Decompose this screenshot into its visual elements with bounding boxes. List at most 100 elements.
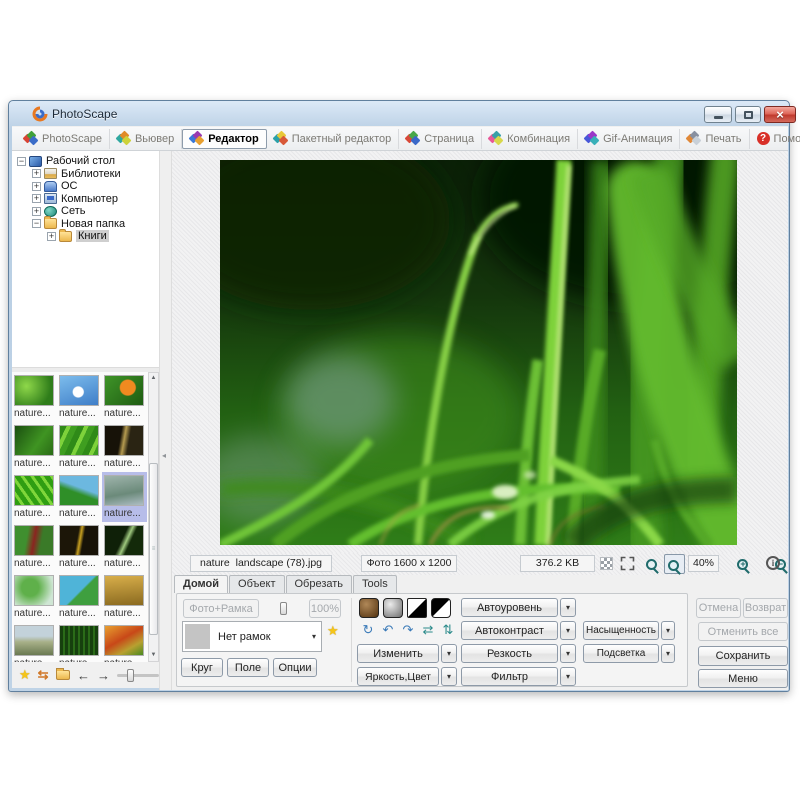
thumbnail-image[interactable]: [104, 525, 144, 556]
auto-contrast-dropdown-icon[interactable]: ▾: [560, 621, 576, 640]
saturation-dropdown-icon[interactable]: ▾: [661, 621, 675, 640]
thumbnail-item[interactable]: nature...: [102, 622, 147, 662]
tree-expander-icon[interactable]: −: [17, 157, 26, 166]
thumbnail-item[interactable]: nature...: [12, 472, 57, 522]
thumbnail-item[interactable]: nature...: [12, 572, 57, 622]
actual-size-icon[interactable]: [646, 559, 657, 570]
options-button[interactable]: Опции: [273, 658, 317, 677]
main-tab[interactable]: Пакетный редактор: [267, 129, 400, 149]
tree-expander-icon[interactable]: +: [32, 182, 41, 191]
favorites-icon[interactable]: ★: [19, 667, 31, 683]
thumbnail-size-slider[interactable]: [117, 674, 159, 677]
rotate-left-icon[interactable]: ↶: [379, 622, 397, 639]
thumbnail-image[interactable]: [14, 625, 54, 656]
thumbnail-image[interactable]: [59, 625, 99, 656]
auto-level-button[interactable]: Автоуровень: [461, 598, 558, 617]
main-tab[interactable]: Редактор: [182, 129, 266, 149]
editor-tab[interactable]: Объект: [229, 575, 284, 593]
auto-contrast-button[interactable]: Автоконтраст: [461, 621, 558, 640]
thumbnail-image[interactable]: [14, 425, 54, 456]
close-button[interactable]: ×: [764, 106, 796, 123]
sharpen-dropdown-icon[interactable]: ▾: [560, 644, 576, 663]
scrollbar-thumb[interactable]: ≡: [149, 463, 158, 635]
previous-photo-icon[interactable]: ←: [77, 668, 90, 683]
auto-level-dropdown-icon[interactable]: ▾: [560, 598, 576, 617]
thumbnail-image[interactable]: [14, 375, 54, 406]
tree-expander-icon[interactable]: +: [32, 169, 41, 178]
titlebar[interactable]: PhotoScape ×: [12, 102, 788, 126]
thumbnail-item[interactable]: nature...: [102, 572, 147, 622]
scroll-down-icon[interactable]: ▼: [149, 650, 158, 661]
saturation-button[interactable]: Насыщенность: [583, 621, 659, 640]
tree-item[interactable]: − Рабочий стол: [12, 155, 159, 168]
frame-slider-thumb[interactable]: [280, 602, 287, 615]
thumbnail-item[interactable]: nature...: [57, 422, 102, 472]
thumbnail-image[interactable]: [104, 425, 144, 456]
tree-item[interactable]: + Сеть: [12, 205, 159, 218]
main-tab[interactable]: ? Помощь: [750, 129, 800, 149]
tree-expander-icon[interactable]: +: [47, 232, 56, 241]
sharpen-button[interactable]: Резкость: [461, 644, 558, 663]
rotate-right-icon[interactable]: ↷: [399, 622, 417, 639]
tree-item[interactable]: + ОС: [12, 180, 159, 193]
thumbnail-image[interactable]: [104, 625, 144, 656]
circle-button[interactable]: Круг: [181, 658, 223, 677]
photo-image[interactable]: [220, 160, 737, 545]
thumbnail-item[interactable]: nature...: [102, 472, 147, 522]
editor-tab[interactable]: Домой: [174, 575, 228, 593]
vertical-splitter[interactable]: ◂: [159, 151, 172, 690]
thumbnail-image[interactable]: [104, 475, 144, 506]
browse-folder-icon[interactable]: [56, 670, 70, 680]
main-tab[interactable]: PhotoScape: [17, 129, 110, 149]
grayscale-preset-icon[interactable]: [383, 598, 403, 618]
blackwhite-preset-icon[interactable]: [407, 598, 427, 618]
flip-vertical-icon[interactable]: ⇅: [439, 622, 457, 639]
main-tab[interactable]: Комбинация: [482, 129, 578, 149]
convert-icon[interactable]: ⇆: [38, 667, 49, 683]
next-photo-icon[interactable]: →: [97, 668, 110, 683]
zoom-in-icon[interactable]: +: [737, 559, 748, 570]
editor-tab[interactable]: Tools: [353, 575, 397, 593]
main-tab[interactable]: Gif-Анимация: [578, 129, 680, 149]
thumbnail-image[interactable]: [59, 475, 99, 506]
thumbnail-item[interactable]: nature...: [102, 422, 147, 472]
change-button[interactable]: Изменить: [357, 644, 439, 663]
thumbnail-item[interactable]: nature...: [102, 372, 147, 422]
thumbnail-item[interactable]: nature...: [12, 522, 57, 572]
tree-item[interactable]: − Новая папка: [12, 218, 159, 231]
main-tab[interactable]: Печать: [680, 129, 749, 149]
fullscreen-icon[interactable]: [620, 556, 635, 571]
field-button[interactable]: Поле: [227, 658, 269, 677]
frame-favorite-icon[interactable]: ★: [327, 623, 339, 639]
filter-button[interactable]: Фильтр: [461, 667, 558, 686]
splitter-handle-icon[interactable]: ◂: [162, 451, 166, 460]
tree-expander-icon[interactable]: +: [32, 207, 41, 216]
rotate-icon[interactable]: ↻: [359, 622, 377, 639]
thumbnail-item[interactable]: nature...: [57, 372, 102, 422]
negative-preset-icon[interactable]: [431, 598, 451, 618]
thumbnail-item[interactable]: nature...: [57, 522, 102, 572]
brightness-dropdown-icon[interactable]: ▾: [441, 667, 457, 686]
thumbnail-image[interactable]: [104, 575, 144, 606]
main-tab[interactable]: Вьювер: [110, 129, 182, 149]
thumbnail-image[interactable]: [14, 575, 54, 606]
thumbnail-image[interactable]: [59, 525, 99, 556]
minimize-button[interactable]: [704, 106, 732, 123]
tree-expander-icon[interactable]: −: [32, 219, 41, 228]
thumbnail-scrollbar[interactable]: ▲ ≡ ▼: [148, 372, 159, 662]
thumbnail-image[interactable]: [59, 575, 99, 606]
thumbnail-image[interactable]: [14, 475, 54, 506]
thumbnail-item[interactable]: nature...: [57, 472, 102, 522]
slider-thumb[interactable]: [127, 669, 134, 682]
thumbnail-item[interactable]: nature...: [12, 422, 57, 472]
scroll-up-icon[interactable]: ▲: [149, 373, 158, 384]
thumbnail-image[interactable]: [14, 525, 54, 556]
tree-item[interactable]: + Книги: [12, 230, 159, 243]
fit-window-button[interactable]: [664, 554, 685, 574]
thumbnail-item[interactable]: nature...: [57, 572, 102, 622]
thumbnail-item[interactable]: nature...: [57, 622, 102, 662]
change-dropdown-icon[interactable]: ▾: [441, 644, 457, 663]
backlight-button[interactable]: Подсветка: [583, 644, 659, 663]
info-icon[interactable]: i: [766, 556, 780, 570]
frame-select-dropdown[interactable]: Нет рамок ▾: [182, 621, 322, 652]
